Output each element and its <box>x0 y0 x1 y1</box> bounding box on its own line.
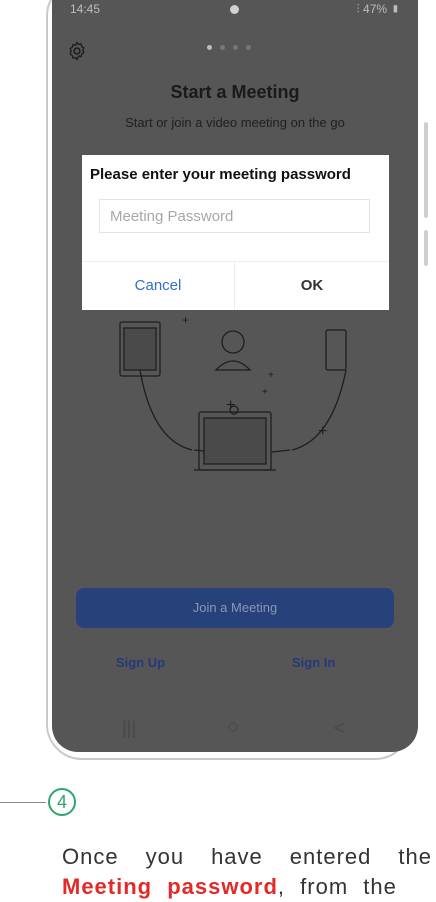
page-dot-active <box>207 45 212 50</box>
step-text-before: Once you have entered the <box>62 844 432 869</box>
password-dialog: Please enter your meeting password Cance… <box>82 155 389 310</box>
back-icon[interactable]: < <box>334 718 345 739</box>
signal-icon: ⫶ <box>356 2 360 16</box>
camera-dot <box>230 5 239 14</box>
svg-text:+: + <box>262 387 268 398</box>
home-icon[interactable]: ○ <box>227 716 239 739</box>
battery-level: 47% <box>363 2 388 16</box>
meeting-illustration: + + + + + <box>119 313 347 471</box>
cancel-button[interactable]: Cancel <box>82 261 234 310</box>
power-button <box>424 230 428 266</box>
page-indicator <box>207 45 251 50</box>
step-text-after: , from the <box>277 874 397 899</box>
status-time: 14:45 <box>70 2 101 16</box>
status-bar: 14:45 ⫶ 47% ▮ <box>52 0 418 22</box>
page-subtitle: Start or join a video meeting on the go <box>125 115 345 130</box>
battery-icon: ▮ <box>390 2 400 16</box>
page-dot <box>246 45 251 50</box>
svg-text:+: + <box>226 397 235 414</box>
dialog-title: Please enter your meeting password <box>90 166 351 183</box>
step-number-badge: 4 <box>48 788 76 816</box>
page-dot <box>233 45 238 50</box>
join-meeting-button[interactable]: Join a Meeting <box>76 588 394 628</box>
svg-text:+: + <box>268 370 274 381</box>
step-highlight: Meeting password <box>62 874 278 899</box>
step-instruction: Once you have entered the Meeting passwo… <box>62 842 432 902</box>
android-nav-bar: ||| ○ < <box>52 716 418 748</box>
phone-screen: 14:45 ⫶ 47% ▮ Start a Meeting Start or j… <box>52 0 418 752</box>
page-dot <box>220 45 225 50</box>
settings-gear-icon[interactable] <box>66 40 88 62</box>
ok-button[interactable]: OK <box>235 261 389 310</box>
recents-icon[interactable]: ||| <box>122 718 136 739</box>
meeting-password-input[interactable] <box>99 199 370 233</box>
svg-text:+: + <box>318 423 327 440</box>
status-right: ⫶ 47% ▮ <box>357 2 400 17</box>
sign-in-link[interactable]: Sign In <box>292 655 335 670</box>
svg-text:+: + <box>182 313 189 327</box>
volume-button <box>424 122 428 218</box>
step-connector-line <box>0 802 46 803</box>
sign-up-link[interactable]: Sign Up <box>116 655 165 670</box>
page-title: Start a Meeting <box>170 82 300 102</box>
